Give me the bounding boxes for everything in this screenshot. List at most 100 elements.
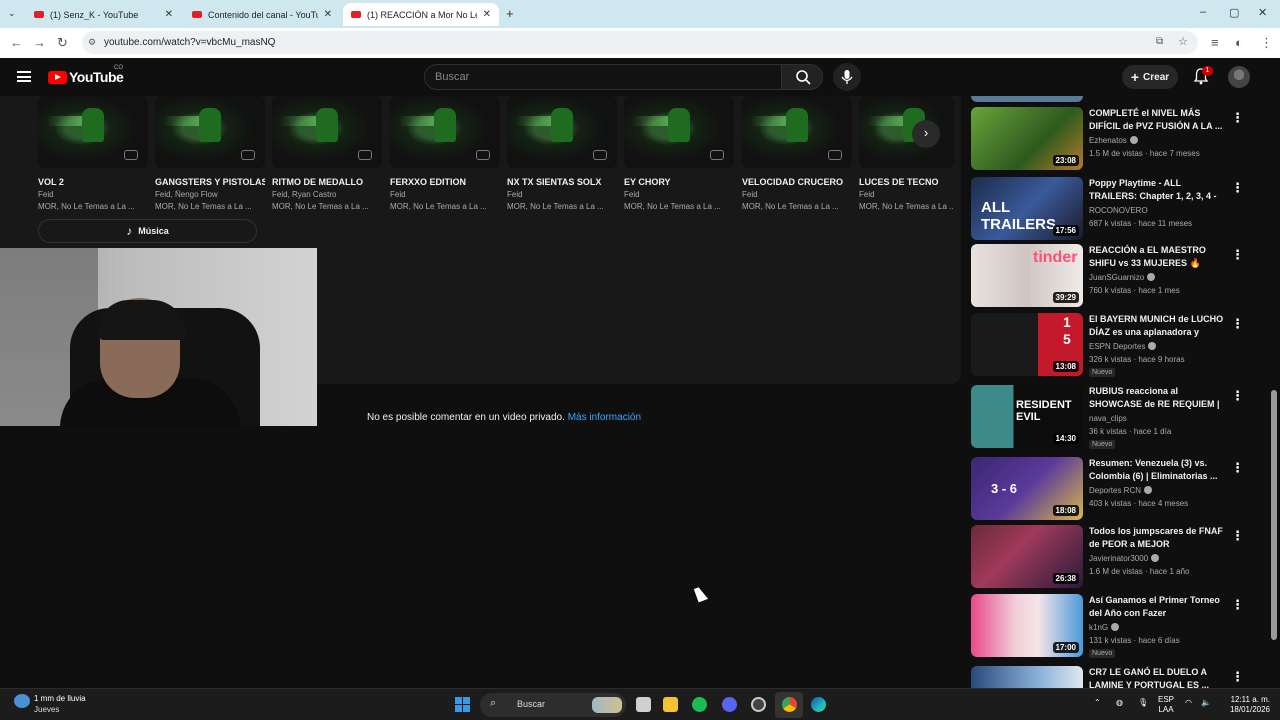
- playlist-item[interactable]: FERXXO EDITION Feid MOR, No Le Temas a L…: [390, 96, 500, 211]
- video-thumbnail[interactable]: ALL TRAILERS 17:56: [971, 177, 1083, 240]
- channel-name[interactable]: k1nG: [1089, 623, 1120, 632]
- close-tab-icon[interactable]: ✕: [483, 9, 491, 20]
- playlist-item[interactable]: VELOCIDAD CRUCERO Feid MOR, No Le Temas …: [742, 96, 852, 211]
- video-thumbnail[interactable]: tinder 39:29: [971, 244, 1083, 307]
- browser-menu-icon[interactable]: ⋮: [1260, 35, 1273, 51]
- edge-icon[interactable]: [811, 697, 826, 712]
- video-thumbnail[interactable]: [155, 96, 265, 168]
- channel-name[interactable]: JuanSGuarnizo: [1089, 273, 1156, 282]
- close-window-button[interactable]: ✕: [1258, 6, 1267, 19]
- video-thumbnail[interactable]: 3 - 6 18:08: [971, 457, 1083, 520]
- weather-rain-icon[interactable]: [14, 694, 30, 708]
- more-options-icon[interactable]: ⋮: [1231, 460, 1244, 476]
- recommendation-item[interactable]: ALL TRAILERS 17:56 Poppy Playtime - ALL …: [971, 177, 1261, 242]
- avatar[interactable]: [1228, 66, 1250, 88]
- recommendation-item[interactable]: 1 5 13:08 El BAYERN MUNICH de LUCHO DÍAZ…: [971, 313, 1261, 378]
- file-explorer-icon[interactable]: [663, 697, 678, 712]
- maximize-button[interactable]: ▢: [1229, 6, 1239, 19]
- playlist-item[interactable]: RITMO DE MEDALLO Feid, Ryan Castro MOR, …: [272, 96, 382, 211]
- browser-tab-2[interactable]: Contenido del canal - YouTube ✕: [184, 3, 340, 26]
- tray-app-icon[interactable]: ◍: [1116, 698, 1123, 708]
- browser-tab-3-active[interactable]: (1) REACCIÓN a Mor No Le Temas ✕: [343, 3, 499, 26]
- more-options-icon[interactable]: ⋮: [1231, 247, 1244, 263]
- scrollbar-thumb[interactable]: [1271, 390, 1277, 640]
- voice-search-button[interactable]: [833, 63, 861, 91]
- video-thumbnail[interactable]: 17:00: [971, 594, 1083, 657]
- language-indicator[interactable]: ESP LAA: [1158, 695, 1174, 715]
- microphone-icon[interactable]: 🎙: [1138, 698, 1148, 708]
- channel-name[interactable]: Javierinator3000: [1089, 554, 1160, 563]
- browser-tab-1[interactable]: (1) Senz_K - YouTube ✕: [26, 3, 181, 26]
- next-arrow-button[interactable]: ›: [912, 120, 940, 148]
- playlist-item[interactable]: EY CHORY Feid MOR, No Le Temas a La ...: [624, 96, 734, 211]
- video-thumbnail[interactable]: [38, 96, 148, 168]
- partial-thumbnail[interactable]: [971, 96, 1083, 102]
- wifi-icon[interactable]: ◠: [1185, 698, 1192, 708]
- close-tab-icon[interactable]: ✕: [165, 9, 173, 20]
- channel-name[interactable]: ROCONOVERO: [1089, 206, 1148, 215]
- video-thumbnail[interactable]: 26:38: [971, 525, 1083, 588]
- bookmark-star-icon[interactable]: ☆: [1178, 35, 1188, 48]
- recommendation-item[interactable]: 3 - 6 18:08 Resumen: Venezuela (3) vs. C…: [971, 457, 1261, 522]
- volume-icon[interactable]: 🔈: [1201, 698, 1211, 708]
- video-thumbnail[interactable]: [624, 96, 734, 168]
- more-options-icon[interactable]: ⋮: [1231, 316, 1244, 332]
- search-button[interactable]: [781, 64, 823, 90]
- playlist-item[interactable]: VOL 2 Feid MOR, No Le Temas a La ...: [38, 96, 148, 211]
- taskbar-search[interactable]: ⌕ Buscar: [480, 693, 626, 717]
- minimize-button[interactable]: –: [1200, 6, 1206, 18]
- extension-icon[interactable]: ◐: [1235, 35, 1243, 50]
- menu-icon[interactable]: [17, 71, 31, 82]
- recommendation-item[interactable]: RESIDENT EVIL 14:30 RUBIUS reacciona al …: [971, 385, 1261, 450]
- playlist-item[interactable]: NX TX SIENTAS SOLX Feid MOR, No Le Temas…: [507, 96, 617, 211]
- chrome-icon[interactable]: [782, 697, 797, 712]
- video-thumbnail[interactable]: [390, 96, 500, 168]
- back-icon[interactable]: ←: [10, 35, 23, 50]
- site-info-icon[interactable]: ⚙: [88, 37, 96, 48]
- video-thumbnail[interactable]: [971, 666, 1083, 688]
- recommendation-item[interactable]: 23:08 COMPLETÉ el NIVEL MÁS DIFÍCIL de P…: [971, 107, 1261, 172]
- more-info-link[interactable]: Más información: [568, 412, 641, 423]
- url-field[interactable]: ⚙ youtube.com/watch?v=vbcMu_masNQ ⧉ ☆: [82, 31, 1198, 54]
- tab-search-list-icon[interactable]: ≡: [1211, 35, 1219, 50]
- close-tab-icon[interactable]: ✕: [324, 9, 332, 20]
- video-thumbnail[interactable]: [742, 96, 852, 168]
- new-tab-button[interactable]: +: [506, 6, 514, 21]
- more-options-icon[interactable]: ⋮: [1231, 669, 1244, 685]
- video-thumbnail[interactable]: 1 5 13:08: [971, 313, 1083, 376]
- video-thumbnail[interactable]: [507, 96, 617, 168]
- recommendation-item[interactable]: tinder 39:29 REACCIÓN a EL MAESTRO SHIFU…: [971, 244, 1261, 309]
- discord-icon[interactable]: [722, 697, 737, 712]
- channel-name[interactable]: nava_clips: [1089, 414, 1127, 423]
- playlist-item[interactable]: LUCES DE TECNO Feid MOR, No Le Temas a L…: [859, 96, 954, 211]
- search-input[interactable]: Buscar: [424, 64, 782, 90]
- channel-name[interactable]: ESPN Deportes: [1089, 342, 1157, 351]
- tab-search-icon[interactable]: ⌄: [8, 8, 16, 19]
- clock[interactable]: 12:11 a. m. 18/01/2026: [1224, 695, 1270, 715]
- youtube-logo[interactable]: YouTube CO: [48, 65, 124, 85]
- more-options-icon[interactable]: ⋮: [1231, 110, 1244, 126]
- more-options-icon[interactable]: ⋮: [1231, 528, 1244, 544]
- more-options-icon[interactable]: ⋮: [1231, 388, 1244, 404]
- forward-icon[interactable]: →: [33, 35, 46, 50]
- recommendation-item[interactable]: 17:00 Así Ganamos el Primer Torneo del A…: [971, 594, 1261, 659]
- video-thumbnail[interactable]: [272, 96, 382, 168]
- spotify-icon[interactable]: [692, 697, 707, 712]
- more-options-icon[interactable]: ⋮: [1231, 180, 1244, 196]
- video-thumbnail[interactable]: 23:08: [971, 107, 1083, 170]
- task-view-icon[interactable]: [636, 697, 651, 712]
- reload-icon[interactable]: ↻: [57, 35, 68, 51]
- channel-name[interactable]: Ezhenatos: [1089, 136, 1138, 145]
- playlist-item[interactable]: GANGSTERS Y PISTOLAS Feid, Ñengo Flow MO…: [155, 96, 265, 211]
- install-icon[interactable]: ⧉: [1156, 36, 1163, 47]
- create-button[interactable]: + Crear: [1122, 65, 1178, 89]
- recommendation-item[interactable]: CR7 LE GANÓ EL DUELO A LAMINE Y PORTUGAL…: [971, 666, 1261, 688]
- more-options-icon[interactable]: ⋮: [1231, 597, 1244, 613]
- recommendation-item[interactable]: 26:38 Todos los jumpscares de FNAF de PE…: [971, 525, 1261, 590]
- steam-icon[interactable]: [751, 697, 766, 712]
- video-thumbnail[interactable]: RESIDENT EVIL 14:30: [971, 385, 1083, 448]
- tray-overflow-icon[interactable]: ⌃: [1094, 698, 1101, 708]
- channel-name[interactable]: Deportes RCN: [1089, 486, 1153, 495]
- start-windows-icon[interactable]: [455, 697, 470, 712]
- music-button[interactable]: ♪ Música: [38, 219, 257, 243]
